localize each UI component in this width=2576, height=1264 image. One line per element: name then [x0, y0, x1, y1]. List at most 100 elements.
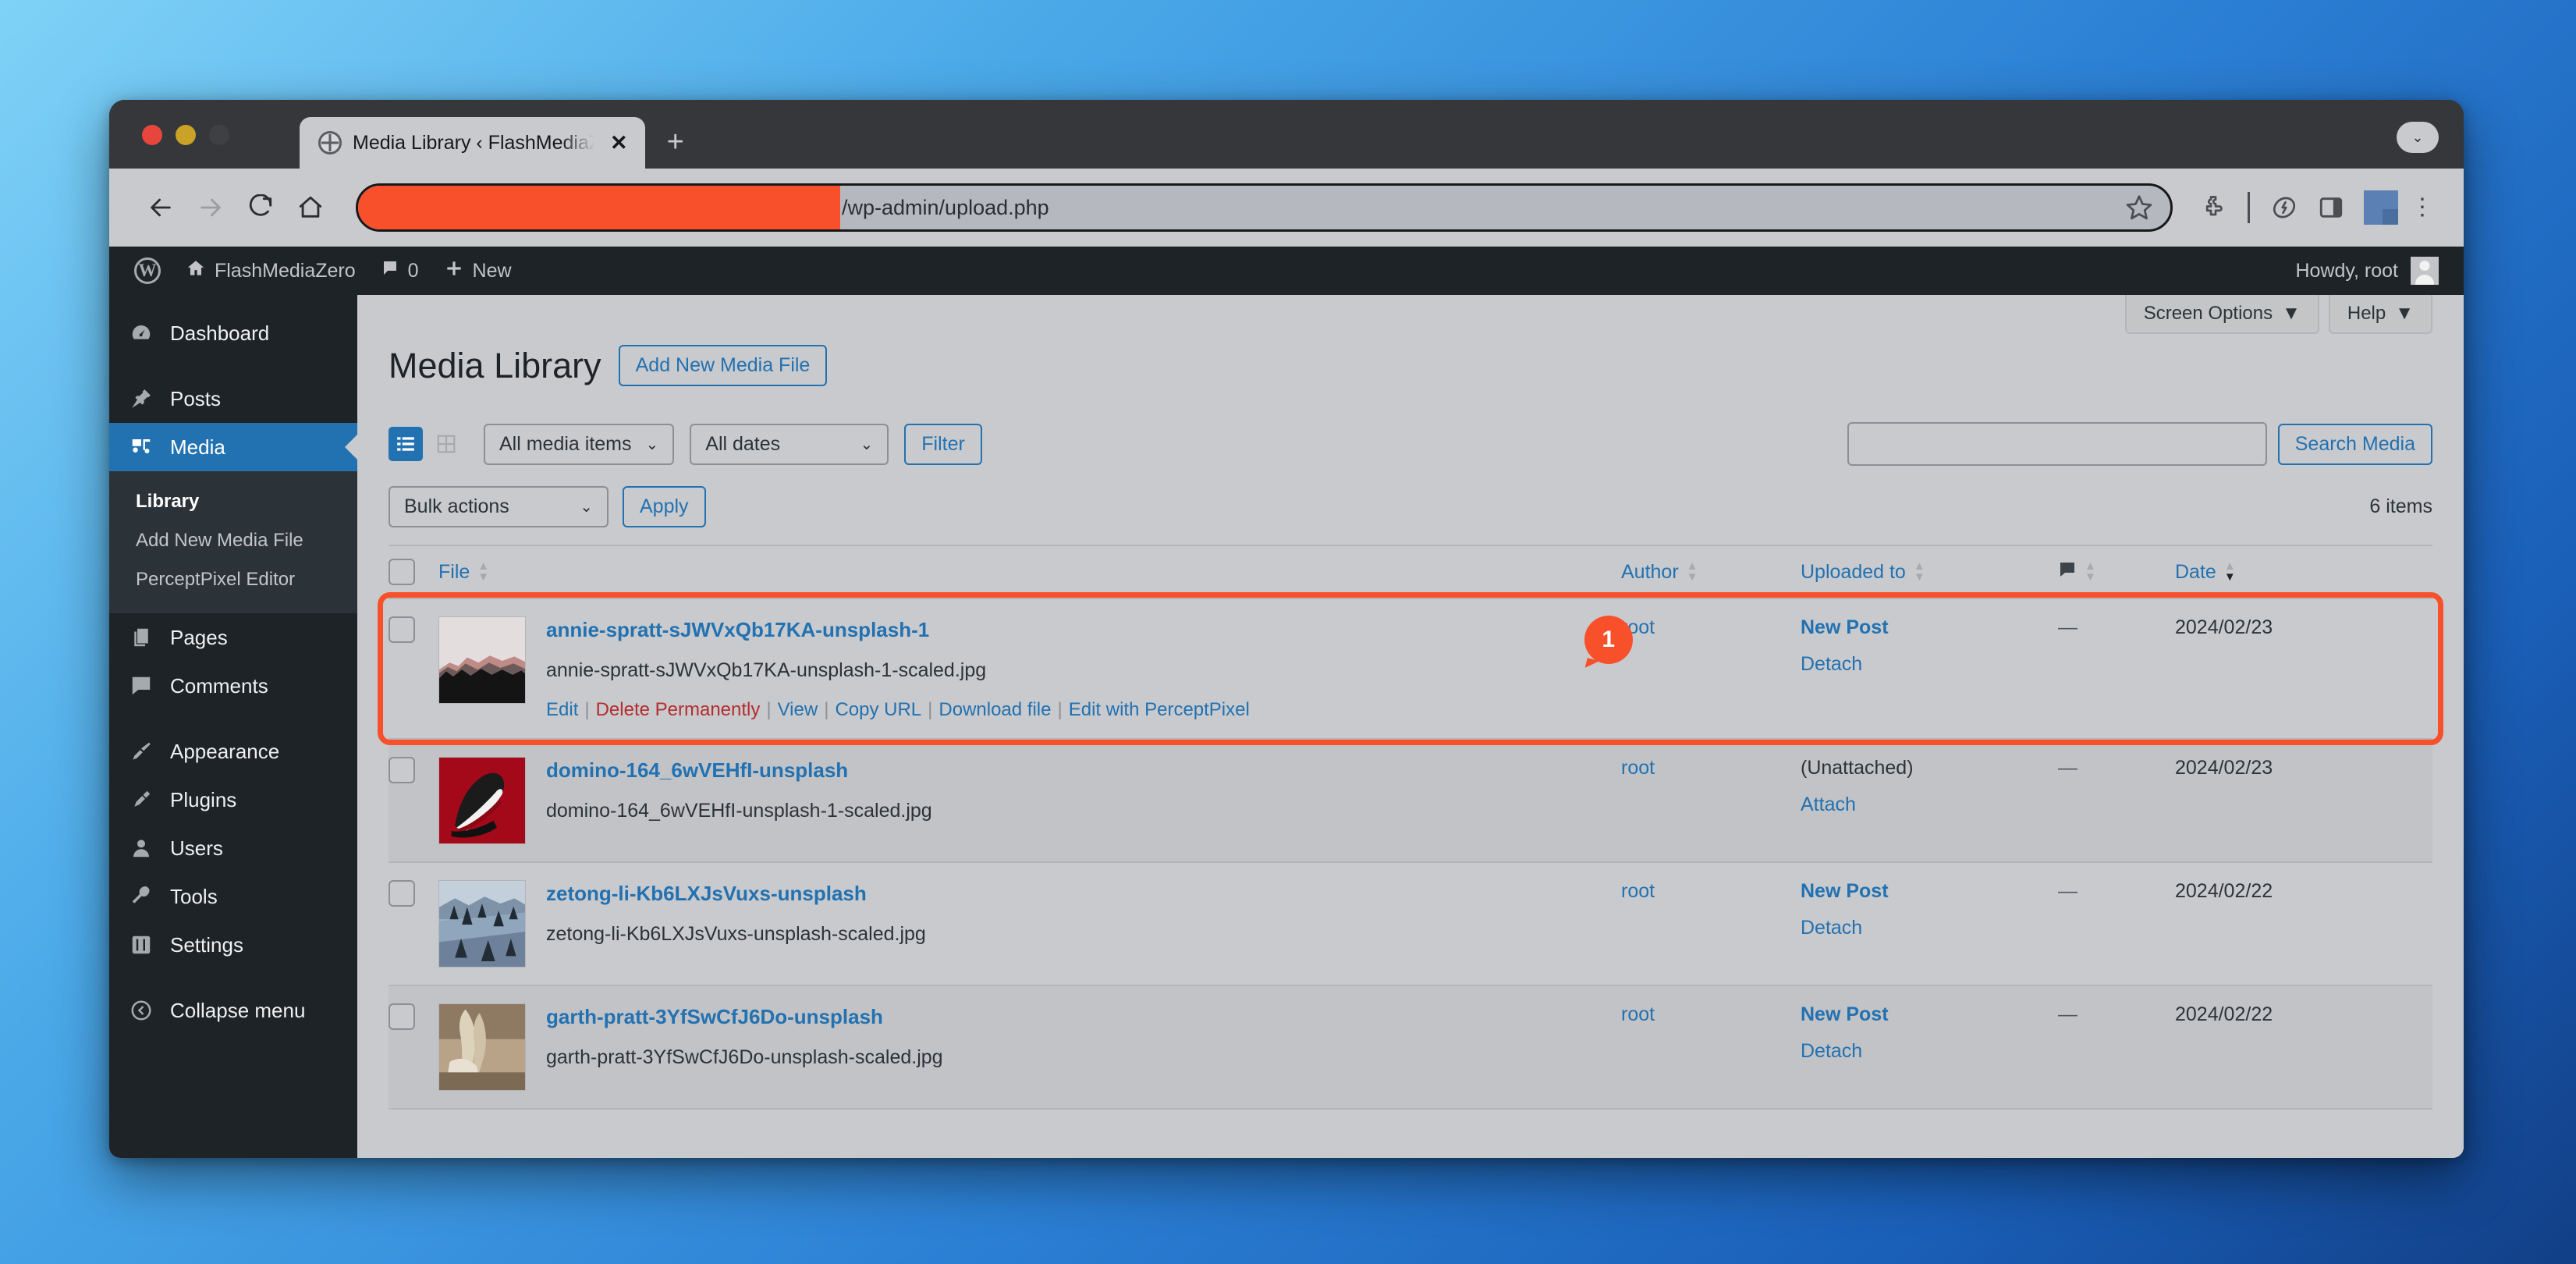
author-link[interactable]: root — [1621, 1003, 1655, 1025]
new-content-menu[interactable]: New — [431, 247, 524, 295]
close-window-button[interactable] — [142, 125, 162, 145]
back-button[interactable] — [136, 183, 186, 233]
sidebar-item-users[interactable]: Users — [109, 824, 357, 872]
attach-link[interactable]: Attach — [1801, 794, 2058, 816]
grid-view-icon[interactable] — [429, 427, 463, 461]
minimize-window-button[interactable] — [176, 125, 196, 145]
menu-separator — [109, 969, 357, 986]
uploaded-to-link[interactable]: New Post — [1801, 616, 2058, 639]
date-filter-select[interactable]: All dates ⌄ — [690, 423, 889, 465]
column-header-comments[interactable]: ▲ ▼ — [2058, 545, 2175, 599]
column-header-file[interactable]: File ▲ ▼ — [438, 545, 1621, 599]
address-bar[interactable]: /wp-admin/upload.php — [356, 183, 2173, 232]
media-type-filter-select[interactable]: All media items ⌄ — [484, 423, 675, 465]
detach-link[interactable]: Detach — [1801, 1040, 2058, 1063]
edit-with-perceptpixel-link[interactable]: Edit with PerceptPixel — [1069, 699, 1250, 720]
sidebar-item-appearance[interactable]: Appearance — [109, 727, 357, 776]
new-tab-button[interactable]: + — [667, 126, 684, 159]
sidebar-item-media[interactable]: Media — [109, 423, 357, 471]
site-name-menu[interactable]: FlashMediaZero — [173, 247, 368, 295]
browser-tab[interactable]: Media Library ‹ FlashMediaZ ✕ — [300, 117, 645, 169]
detach-link[interactable]: Detach — [1801, 917, 2058, 939]
media-title-link[interactable]: garth-pratt-3YfSwCfJ6Do-unsplash — [546, 1005, 943, 1029]
media-thumbnail[interactable] — [438, 1003, 526, 1091]
close-tab-icon[interactable]: ✕ — [605, 130, 633, 157]
delete-permanently-link[interactable]: Delete Permanently — [596, 699, 761, 720]
media-thumbnail[interactable] — [438, 757, 526, 844]
sidebar-item-label: Collapse menu — [170, 998, 306, 1022]
row-checkbox[interactable] — [389, 757, 415, 783]
bookmark-star-icon[interactable] — [2125, 194, 2153, 222]
edit-link[interactable]: Edit — [546, 699, 578, 720]
sidebar-item-collapse-menu[interactable]: Collapse menu — [109, 986, 357, 1035]
page-title: Media Library — [389, 345, 601, 385]
comments-menu[interactable]: 0 — [368, 247, 431, 295]
maximize-window-button[interactable] — [209, 125, 229, 145]
submenu-item-add-new-media-file[interactable]: Add New Media File — [109, 521, 357, 560]
energy-saver-leaf-icon[interactable] — [2261, 184, 2308, 231]
detach-link[interactable]: Detach — [1801, 653, 2058, 676]
date-filter-value: All dates — [705, 432, 781, 455]
column-header-uploaded-to[interactable]: Uploaded to ▲ ▼ — [1801, 545, 2058, 599]
help-button[interactable]: Help ▼ — [2328, 295, 2432, 334]
row-checkbox[interactable] — [389, 880, 415, 907]
view-link[interactable]: View — [778, 699, 818, 720]
row-checkbox[interactable] — [389, 1003, 415, 1030]
download-file-link[interactable]: Download file — [939, 699, 1051, 720]
sidebar-item-plugins[interactable]: Plugins — [109, 776, 357, 824]
redacted-url-host — [358, 186, 840, 229]
media-filename: domino-164_6wVEHfI-unsplash-1-scaled.jpg — [546, 800, 932, 822]
table-row[interactable]: domino-164_6wVEHfI-unsplash domino-164_6… — [389, 739, 2432, 862]
account-menu[interactable]: Howdy, root — [2295, 257, 2442, 285]
sidebar-item-settings[interactable]: Settings — [109, 921, 357, 969]
author-link[interactable]: root — [1621, 757, 1655, 779]
sidebar-item-tools[interactable]: Tools — [109, 872, 357, 921]
uploaded-to-link[interactable]: New Post — [1801, 880, 2058, 903]
sidebar-item-comments[interactable]: Comments — [109, 662, 357, 710]
search-media-button[interactable]: Search Media — [2277, 423, 2432, 465]
column-header-date[interactable]: Date ▲ ▼ — [2175, 545, 2432, 599]
row-checkbox[interactable] — [389, 616, 415, 643]
wp-logo-menu[interactable]: W — [130, 247, 173, 295]
extensions-puzzle-icon[interactable] — [2190, 184, 2237, 231]
help-label: Help — [2347, 303, 2386, 324]
page-header: Media Library Add New Media File — [389, 345, 2432, 386]
list-view-icon[interactable] — [389, 427, 423, 461]
comments-icon — [128, 673, 154, 699]
table-nav-top: All media items ⌄ All dates ⌄ Filter Sea… — [389, 407, 2432, 481]
add-new-media-file-button[interactable]: Add New Media File — [618, 345, 828, 386]
column-header-author[interactable]: Author ▲ ▼ — [1621, 545, 1801, 599]
table-row[interactable]: annie-spratt-sJWVxQb17KA-unsplash-1 anni… — [389, 598, 2432, 739]
chevron-down-icon: ▼ — [2282, 303, 2301, 324]
browser-menu-icon[interactable]: ⋮ — [2406, 196, 2439, 219]
media-title-link[interactable]: annie-spratt-sJWVxQb17KA-unsplash-1 — [546, 618, 1250, 642]
table-row[interactable]: garth-pratt-3YfSwCfJ6Do-unsplash garth-p… — [389, 985, 2432, 1109]
reload-button[interactable] — [236, 183, 286, 233]
submenu-item-library[interactable]: Library — [109, 482, 357, 521]
sidebar-item-pages[interactable]: Pages — [109, 613, 357, 662]
bulk-actions-select[interactable]: Bulk actions ⌄ — [389, 486, 609, 527]
apply-button[interactable]: Apply — [623, 486, 706, 527]
sidebar-item-posts[interactable]: Posts — [109, 375, 357, 423]
uploaded-to-link[interactable]: New Post — [1801, 1003, 2058, 1026]
pages-icon — [128, 624, 154, 651]
select-all-checkbox[interactable] — [389, 559, 415, 585]
media-title-link[interactable]: domino-164_6wVEHfI-unsplash — [546, 758, 932, 783]
media-thumbnail[interactable] — [438, 880, 526, 968]
media-title-link[interactable]: zetong-li-Kb6LXJsVuxs-unsplash — [546, 882, 926, 906]
search-input[interactable] — [1847, 422, 2267, 466]
submenu-item-perceptpixel-editor[interactable]: PerceptPixel Editor — [109, 560, 357, 599]
sidebar-toggle-icon[interactable] — [2308, 184, 2354, 231]
table-row[interactable]: zetong-li-Kb6LXJsVuxs-unsplash zetong-li… — [389, 862, 2432, 985]
filter-button[interactable]: Filter — [904, 423, 982, 465]
sort-arrows-icon: ▲ ▼ — [2085, 559, 2096, 584]
new-label: New — [472, 259, 512, 282]
author-link[interactable]: root — [1621, 880, 1655, 902]
screen-options-button[interactable]: Screen Options ▼ — [2124, 295, 2319, 334]
home-button[interactable] — [286, 183, 335, 233]
copy-url-link[interactable]: Copy URL — [835, 699, 921, 720]
sidebar-item-dashboard[interactable]: Dashboard — [109, 309, 357, 357]
chevron-down-icon[interactable]: ⌄ — [2397, 122, 2439, 153]
media-thumbnail[interactable] — [438, 616, 526, 704]
profile-avatar[interactable] — [2364, 190, 2398, 225]
